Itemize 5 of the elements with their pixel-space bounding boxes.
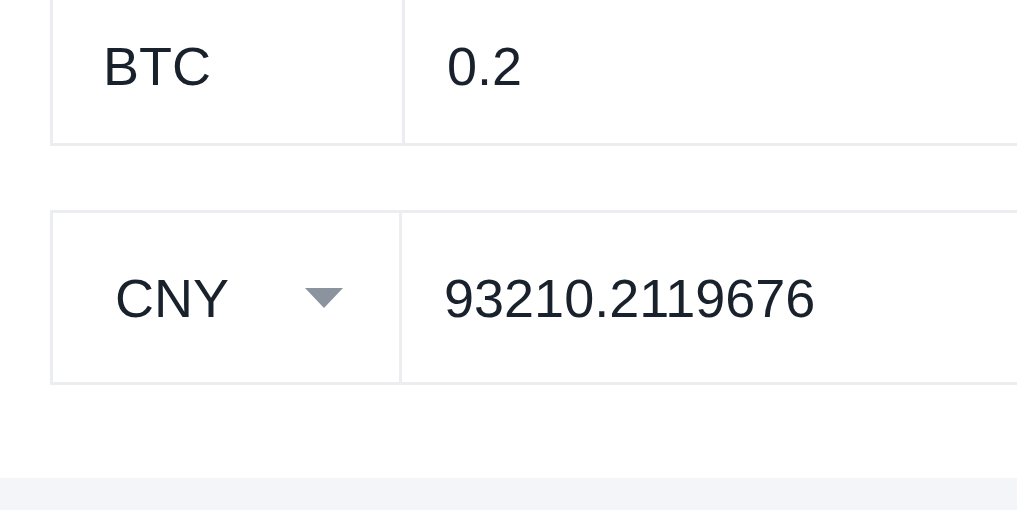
amount-input[interactable]: 0.2 xyxy=(405,34,947,109)
dropdown-caret-icon xyxy=(305,287,343,308)
currency-select[interactable]: CNY xyxy=(53,213,402,382)
converted-amount: 93210.2119676 xyxy=(443,266,816,329)
currency-label: BTC xyxy=(103,34,211,97)
